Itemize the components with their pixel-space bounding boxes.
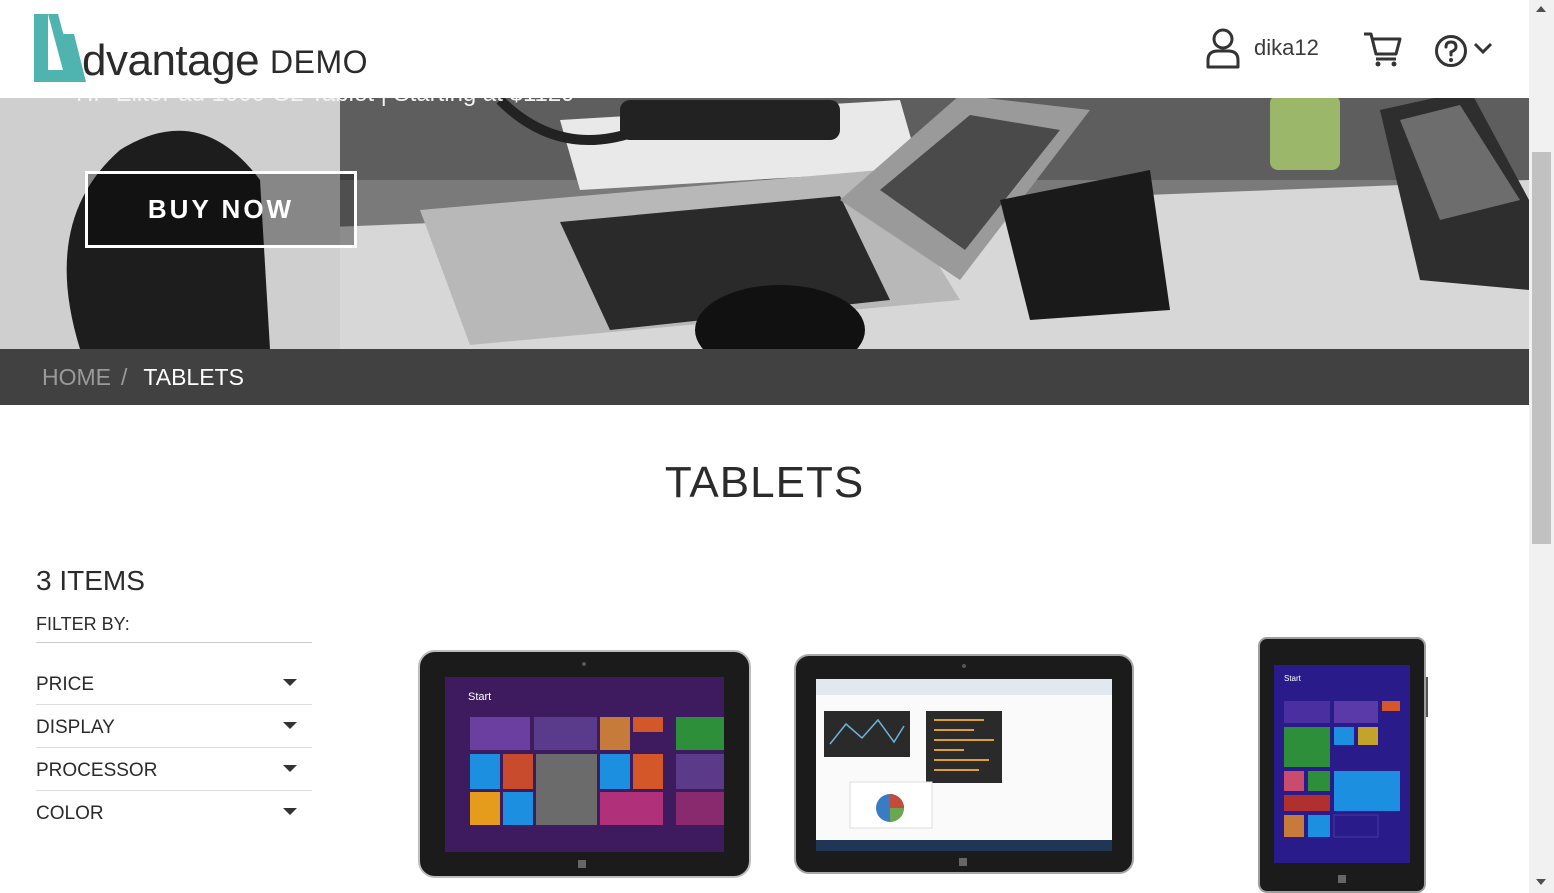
username: dika12 <box>1254 35 1319 60</box>
items-count: 3 ITEMS <box>36 565 145 596</box>
filter-display[interactable]: DISPLAY <box>36 705 312 748</box>
scroll-up-icon[interactable] <box>1536 6 1546 12</box>
site-header: dvantage DEMO dika12 <box>0 0 1529 98</box>
user-icon <box>1206 28 1240 69</box>
filter-list: PRICE DISPLAY PROCESSOR COLOR <box>36 662 312 834</box>
filter-label: PRICE <box>36 674 95 695</box>
product-image[interactable] <box>794 654 1134 874</box>
filter-processor[interactable]: PROCESSOR <box>36 748 312 791</box>
filter-divider <box>36 642 312 643</box>
product-image[interactable]: Start <box>418 650 751 878</box>
page: HP ElitePad 1000 G2 Tablet | Starting at… <box>0 0 1529 893</box>
vertical-scrollbar[interactable] <box>1529 0 1554 893</box>
product-screen-label: Start <box>1284 674 1302 683</box>
chevron-down-icon[interactable] <box>1472 40 1494 56</box>
logo-mark-icon <box>34 14 86 82</box>
filter-label: PROCESSOR <box>36 760 158 781</box>
caret-down-icon <box>283 679 297 686</box>
cart-icon[interactable] <box>1362 30 1402 68</box>
page-title: TABLETS <box>664 458 865 507</box>
product-image[interactable]: Start <box>1258 637 1428 893</box>
user-menu[interactable]: dika12 <box>1205 26 1319 70</box>
buy-now-button[interactable]: BUY NOW <box>85 171 357 248</box>
breadcrumb-home-link[interactable]: HOME <box>42 364 111 391</box>
scroll-down-icon[interactable] <box>1536 879 1546 885</box>
filter-color[interactable]: COLOR <box>36 791 312 834</box>
filter-label: COLOR <box>36 803 104 824</box>
caret-down-icon <box>283 722 297 729</box>
breadcrumb-separator: / <box>121 363 128 390</box>
filter-by-label: FILTER BY: <box>36 614 130 634</box>
breadcrumb-current: TABLETS <box>143 363 244 390</box>
help-icon[interactable] <box>1434 34 1468 68</box>
caret-down-icon <box>283 765 297 772</box>
logo-suffix: DEMO <box>270 44 368 80</box>
scrollbar-thumb[interactable] <box>1532 152 1551 544</box>
filter-price[interactable]: PRICE <box>36 662 312 705</box>
filter-label: DISPLAY <box>36 717 115 738</box>
caret-down-icon <box>283 808 297 815</box>
logo[interactable]: dvantage DEMO <box>34 14 374 86</box>
product-screen-label: Start <box>468 691 491 703</box>
breadcrumb: HOME / TABLETS <box>0 349 1529 405</box>
logo-text: dvantage <box>82 36 260 85</box>
